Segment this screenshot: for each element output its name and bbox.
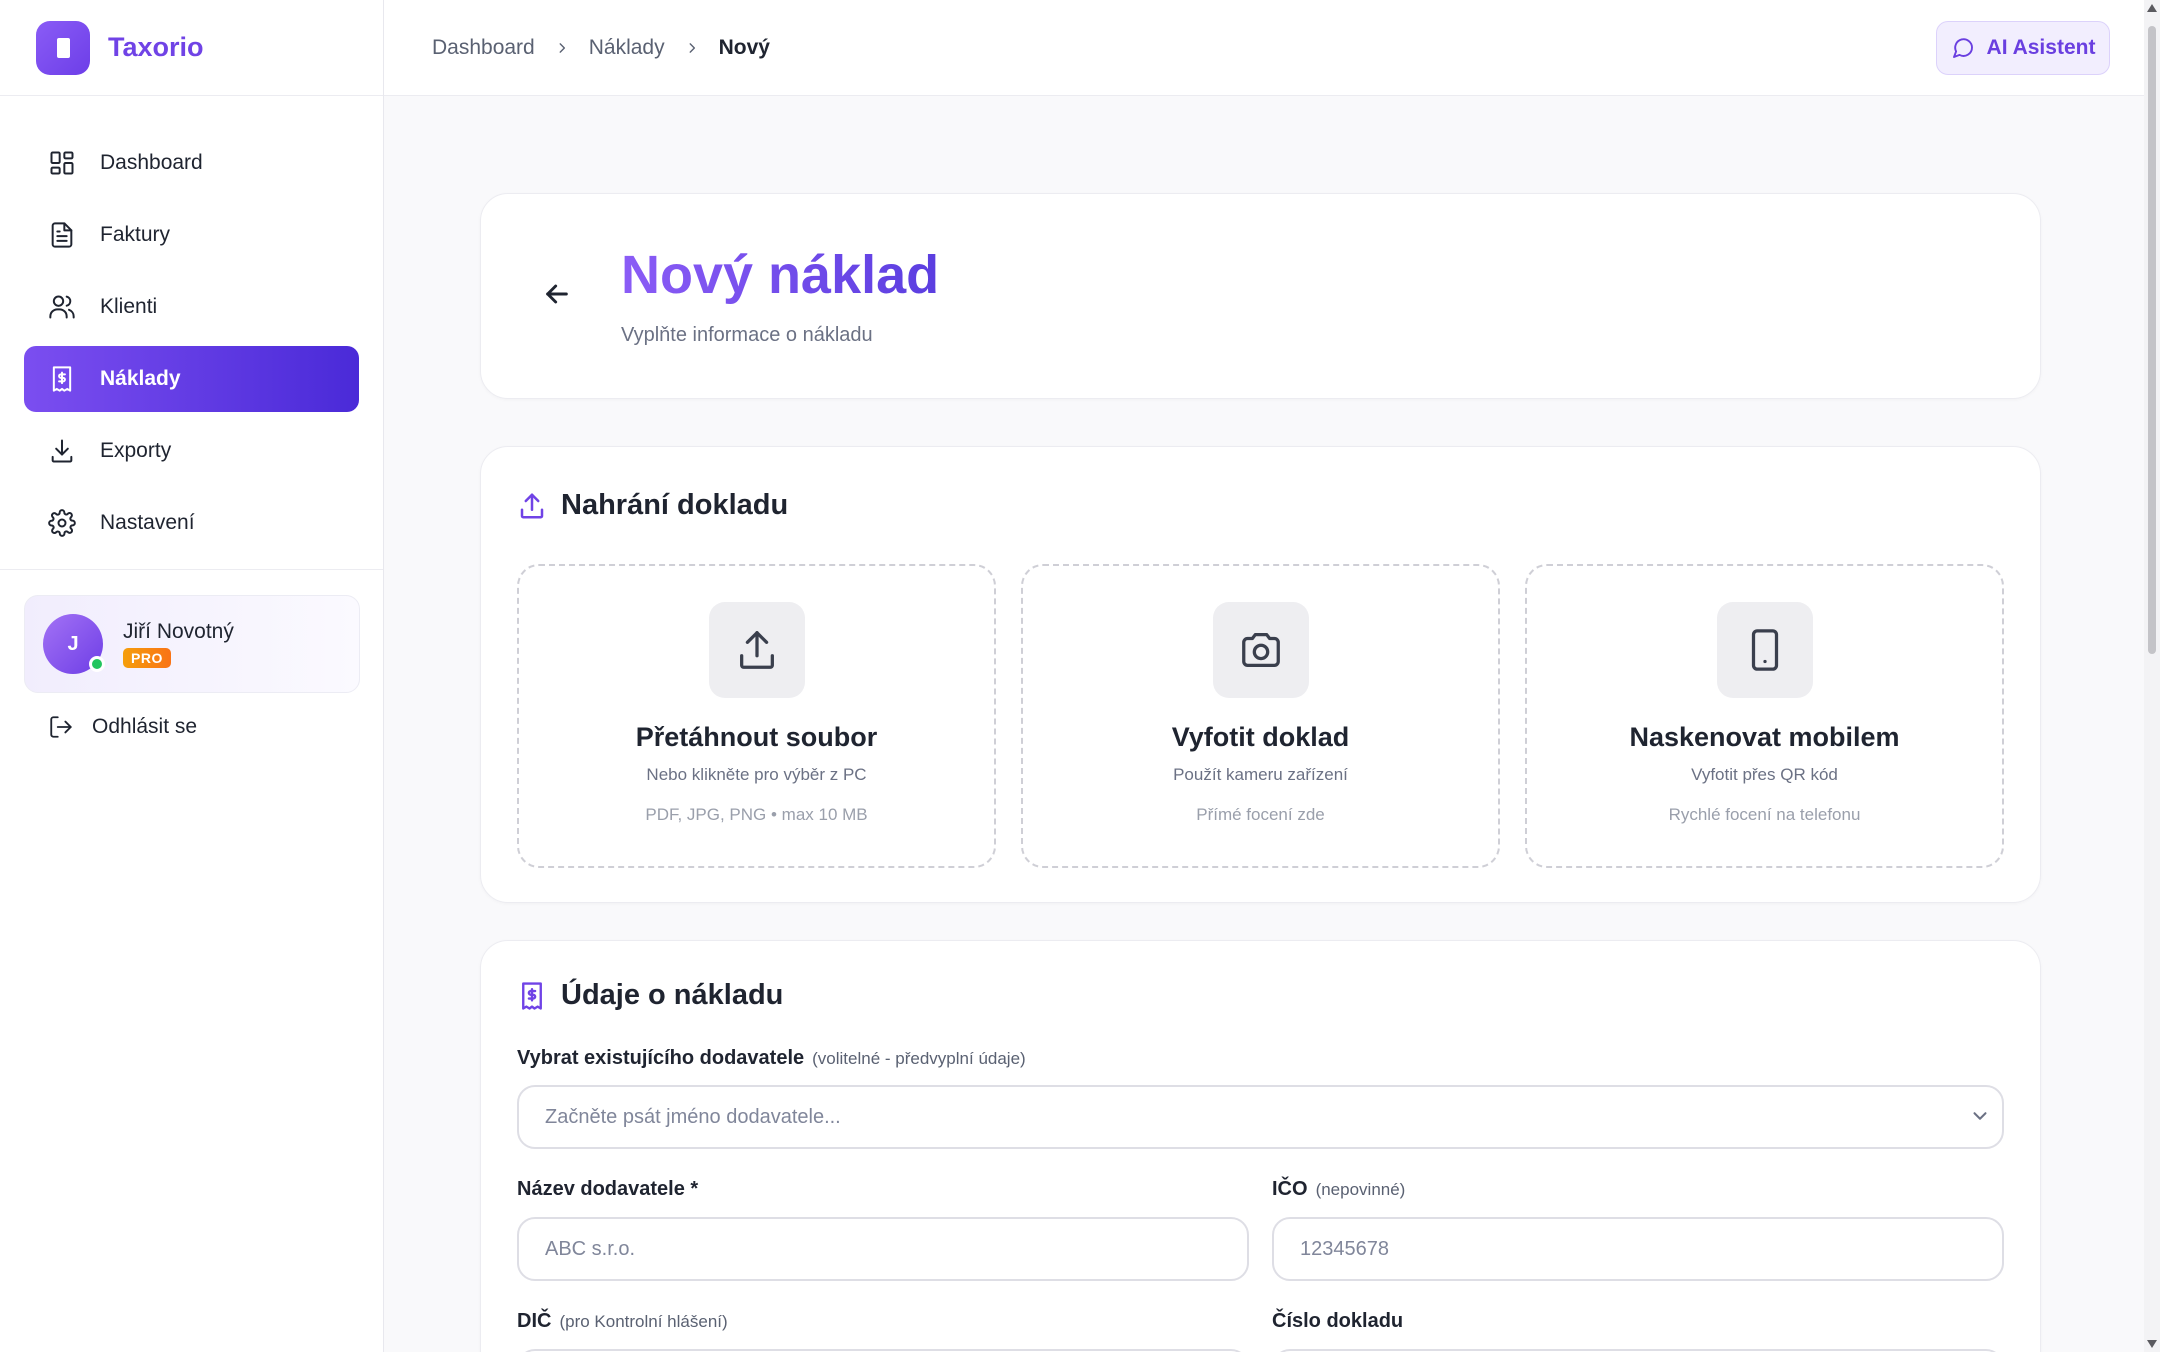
scan-mobile-option[interactable]: Naskenovat mobilem Vyfotit přes QR kód R… (1525, 564, 2004, 868)
option-title: Přetáhnout soubor (635, 722, 878, 752)
dashboard-icon (50, 151, 74, 175)
option-note: PDF, JPG, PNG • max 10 MB (645, 805, 868, 824)
avatar-initial: J (67, 632, 79, 655)
dic-hint: (pro Kontrolní hlášení) (559, 1312, 728, 1331)
supplier-select-input[interactable] (517, 1085, 2004, 1149)
scrollbar-thumb[interactable] (2148, 26, 2156, 654)
icon-tile (1716, 602, 1813, 698)
online-status-indicator (89, 656, 105, 672)
users-icon (49, 295, 75, 319)
sidebar-item-label: Dashboard (100, 151, 203, 174)
option-subtitle: Vyfotit přes QR kód (1691, 765, 1838, 784)
drag-drop-file-option[interactable]: Přetáhnout soubor Nebo klikněte pro výbě… (517, 564, 996, 868)
option-title: Vyfotit doklad (1171, 722, 1350, 752)
brand[interactable]: Taxorio (0, 0, 383, 96)
scroll-down-arrow-icon[interactable] (2147, 1340, 2157, 1348)
ico-input[interactable] (1272, 1217, 2004, 1281)
supplier-name-label-text: Název dodavatele * (517, 1178, 699, 1200)
details-section-title: Údaje o nákladu (517, 979, 783, 1012)
dic-label-text: DIČ (517, 1310, 552, 1332)
sidebar-item-label: Faktury (100, 223, 171, 246)
sidebar-item-klienti[interactable]: Klienti (24, 274, 359, 340)
receipt-icon (52, 366, 72, 392)
sidebar-item-label: Nastavení (100, 511, 195, 534)
sidebar-item-label: Exporty (100, 439, 172, 462)
ico-label: IČO (nepovinné) (1272, 1178, 1405, 1201)
upload-icon (739, 631, 774, 669)
scroll-up-arrow-icon[interactable] (2147, 4, 2157, 12)
user-card[interactable]: J Jiří Novotný PRO (24, 595, 360, 693)
ico-hint: (nepovinné) (1315, 1180, 1406, 1199)
option-subtitle: Použít kameru zařízení (1173, 765, 1348, 784)
logout-label: Odhlásit se (92, 715, 198, 738)
take-photo-option[interactable]: Vyfotit doklad Použít kameru zařízení Př… (1021, 564, 1500, 868)
brand-logo-icon (36, 20, 90, 75)
supplier-name-input[interactable] (517, 1217, 1249, 1281)
back-arrow-icon[interactable] (541, 278, 573, 310)
sidebar-nav: Dashboard Faktury Klienti Náklady Export… (0, 96, 383, 556)
supplier-name-label: Název dodavatele * (517, 1178, 698, 1201)
invoice-icon (51, 222, 73, 248)
smartphone-icon (1751, 629, 1778, 671)
user-meta: Jiří Novotný PRO (123, 620, 234, 668)
dic-label: DIČ (pro Kontrolní hlášení) (517, 1310, 728, 1333)
sidebar-item-naklady[interactable]: Náklady (24, 346, 359, 412)
receipt-icon (522, 981, 542, 1010)
option-note: Rychlé focení na telefonu (1668, 805, 1861, 824)
chevron-right-icon (689, 43, 695, 53)
supplier-select-label: Vybrat existujícího dodavatele (volitelné… (517, 1047, 1026, 1070)
page-scrollbar[interactable] (2144, 0, 2160, 1352)
option-title: Naskenovat mobilem (1629, 722, 1900, 752)
icon-tile (1212, 602, 1309, 698)
breadcrumb: Dashboard Náklady Nový (432, 0, 770, 96)
user-name: Jiří Novotný (123, 620, 234, 643)
logout-button[interactable]: Odhlásit se (48, 714, 197, 740)
breadcrumb-dashboard[interactable]: Dashboard (432, 36, 535, 60)
download-icon (51, 439, 73, 463)
ico-label-text: IČO (1272, 1178, 1308, 1200)
breadcrumb-naklady[interactable]: Náklady (589, 36, 665, 60)
logout-icon (50, 716, 72, 738)
option-subtitle: Nebo klikněte pro výběr z PC (646, 765, 867, 784)
sidebar-item-exporty[interactable]: Exporty (24, 418, 359, 484)
document-number-label: Číslo dokladu (1272, 1310, 1403, 1333)
upload-icon (520, 493, 544, 518)
sidebar-item-label: Náklady (100, 367, 181, 390)
details-section-title-text: Údaje o nákladu (561, 979, 784, 1011)
sidebar: Taxorio Dashboard Faktury Klienti Náklad… (0, 0, 384, 1352)
gear-icon (48, 509, 76, 537)
sidebar-item-faktury[interactable]: Faktury (24, 202, 359, 268)
chat-bubble-icon (1952, 38, 1973, 58)
icon-tile (708, 602, 805, 698)
page-subtitle: Vyplňte informace o nákladu (621, 324, 873, 346)
sidebar-item-label: Klienti (100, 295, 158, 318)
brand-name: Taxorio (108, 32, 204, 62)
sidebar-divider (0, 569, 383, 570)
topbar: Dashboard Náklady Nový AI Asistent (384, 0, 2144, 96)
page-title: Nový náklad (621, 245, 940, 305)
expense-details-card: Údaje o nákladu Vybrat existujícího doda… (480, 940, 2041, 1352)
avatar: J (43, 614, 105, 674)
sidebar-item-dashboard[interactable]: Dashboard (24, 130, 359, 196)
upload-card: Nahrání dokladu Přetáhnout soubor Nebo k… (480, 446, 2041, 903)
camera-icon (1241, 633, 1280, 667)
breadcrumb-current: Nový (718, 36, 770, 59)
upload-section-title-text: Nahrání dokladu (561, 489, 789, 521)
ai-assistant-label: AI Asistent (1986, 36, 2096, 59)
chevron-right-icon (559, 43, 565, 53)
option-note: Přímé focení zde (1196, 805, 1325, 824)
document-number-label-text: Číslo dokladu (1272, 1310, 1404, 1332)
upload-section-title: Nahrání dokladu (517, 489, 788, 522)
ai-assistant-button[interactable]: AI Asistent (1936, 21, 2110, 75)
page-header-card: Nový náklad Vyplňte informace o nákladu (480, 193, 2041, 399)
supplier-select-hint: (volitelné - předvyplní údaje) (812, 1049, 1026, 1068)
sidebar-item-nastaveni[interactable]: Nastavení (24, 490, 359, 556)
plan-badge: PRO (123, 648, 171, 668)
supplier-select-label-text: Vybrat existujícího dodavatele (517, 1047, 805, 1069)
